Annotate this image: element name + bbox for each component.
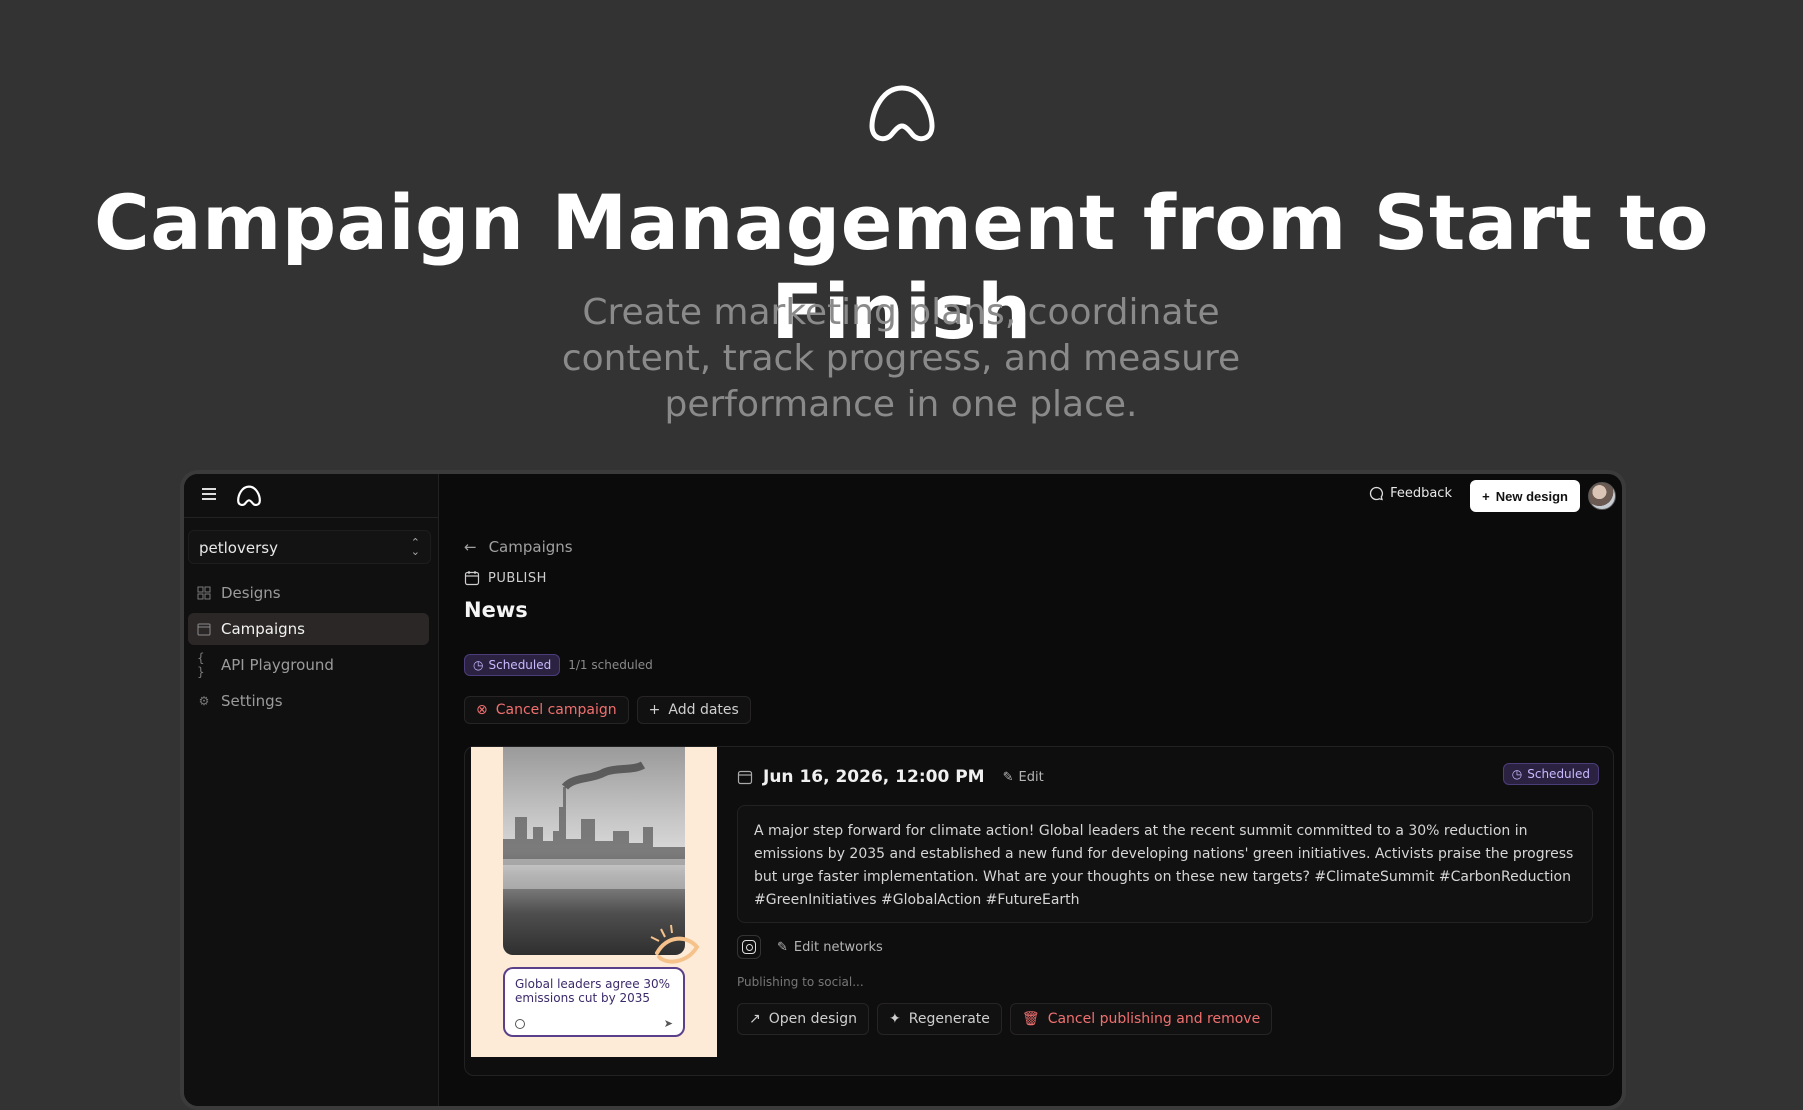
open-design-button[interactable]: ↗ Open design	[737, 1003, 870, 1035]
org-name: petloversy	[199, 539, 278, 557]
post-date: Jun 16, 2026, 12:00 PM ✎ Edit	[737, 767, 1044, 787]
open-design-label: Open design	[768, 1011, 858, 1027]
send-icon: ➤	[663, 1017, 673, 1030]
cancel-publishing-button[interactable]: 🗑 Cancel publishing and remove	[1009, 1003, 1273, 1035]
calendar-icon	[197, 622, 211, 636]
calendar-clock-icon	[737, 770, 753, 785]
pencil-icon: ✎	[1002, 769, 1014, 785]
sidebar-nav: Designs Campaigns { } API Playground ⚙ S…	[188, 577, 429, 721]
calendar-icon	[464, 571, 480, 586]
clock-icon: ◷	[473, 658, 484, 672]
campaign-actions: ⊗ Cancel campaign + Add dates	[464, 696, 751, 724]
cancel-campaign-button[interactable]: ⊗ Cancel campaign	[464, 696, 629, 724]
sparkles-icon: ✦	[889, 1011, 901, 1027]
section-label: PUBLISH	[464, 570, 547, 586]
main-content: ← Campaigns PUBLISH News ◷ Scheduled 1/1…	[439, 518, 1622, 1106]
breadcrumb-label: Campaigns	[488, 538, 573, 556]
sidebar-header	[184, 474, 438, 518]
regenerate-button[interactable]: ✦ Regenerate	[877, 1003, 1002, 1035]
sidebar-item-designs[interactable]: Designs	[188, 577, 429, 609]
new-design-button[interactable]: + New design	[1470, 480, 1580, 512]
edit-label: Edit	[1018, 769, 1044, 785]
post-status-badge: ◷ Scheduled	[1502, 763, 1599, 785]
sidebar-item-campaigns[interactable]: Campaigns	[188, 613, 429, 645]
circle-icon	[515, 1019, 525, 1029]
design-preview[interactable]: Global leaders agree 30% emissions cut b…	[471, 747, 717, 1057]
sidebar-item-label: Settings	[221, 692, 283, 710]
sidebar-item-settings[interactable]: ⚙ Settings	[188, 685, 429, 717]
sparkle-decoration-icon	[650, 924, 700, 964]
sidebar: petloversy ⌃ ⌄ Designs Campaigns { } API …	[184, 474, 439, 1106]
brand-logo-icon	[869, 85, 935, 142]
topbar: Feedback + New design	[439, 474, 1622, 518]
hero-subtitle: Create marketing plans, coordinate conte…	[561, 292, 1241, 425]
edit-date-button[interactable]: ✎ Edit	[1003, 770, 1044, 785]
post-status-label: Scheduled	[1527, 767, 1590, 781]
status-row: ◷ Scheduled 1/1 scheduled	[464, 654, 653, 676]
sidebar-item-label: Designs	[221, 584, 281, 602]
app-window: petloversy ⌃ ⌄ Designs Campaigns { } API …	[180, 470, 1626, 1110]
feedback-label: Feedback	[1390, 486, 1452, 501]
app-logo-icon[interactable]	[236, 484, 262, 508]
instagram-icon[interactable]	[737, 935, 761, 959]
trash-icon: 🗑	[1021, 1011, 1040, 1027]
regenerate-label: Regenerate	[908, 1011, 990, 1027]
add-dates-button[interactable]: + Add dates	[636, 696, 751, 724]
sidebar-item-label: API Playground	[221, 656, 334, 674]
sidebar-item-label: Campaigns	[221, 620, 306, 638]
preview-caption-card: Global leaders agree 30% emissions cut b…	[503, 967, 685, 1037]
clock-icon: ◷	[1511, 767, 1523, 781]
edit-networks-label: Edit networks	[793, 939, 883, 955]
pencil-icon: ✎	[777, 939, 788, 955]
preview-caption: Global leaders agree 30% emissions cut b…	[515, 977, 671, 1005]
status-badge-label: Scheduled	[488, 658, 552, 672]
arrow-left-icon: ←	[464, 538, 477, 556]
braces-icon: { }	[197, 651, 205, 679]
page-title: News	[464, 598, 528, 622]
networks-row: ✎ Edit networks	[737, 935, 883, 959]
publishing-status: Publishing to social...	[737, 975, 864, 989]
gear-icon: ⚙	[198, 694, 210, 708]
cancel-publishing-label: Cancel publishing and remove	[1047, 1011, 1261, 1027]
add-dates-label: Add dates	[668, 702, 739, 718]
chat-bubble-icon	[1369, 486, 1384, 501]
edit-networks-button[interactable]: ✎ Edit networks	[777, 940, 883, 955]
post-actions: ↗ Open design ✦ Regenerate 🗑 Cancel publ…	[737, 1003, 1273, 1035]
post-text[interactable]: A major step forward for climate action!…	[737, 805, 1593, 923]
post-date-label: Jun 16, 2026, 12:00 PM	[763, 767, 985, 787]
external-link-icon: ↗	[749, 1011, 761, 1027]
org-select[interactable]: petloversy ⌃ ⌄	[188, 530, 431, 564]
scheduled-count: 1/1 scheduled	[568, 658, 653, 672]
cancel-campaign-label: Cancel campaign	[495, 702, 617, 718]
cancel-circle-icon: ⊗	[476, 702, 488, 718]
status-badge: ◷ Scheduled	[464, 654, 561, 676]
sidebar-item-api-playground[interactable]: { } API Playground	[188, 649, 429, 681]
plus-icon: +	[1482, 488, 1490, 504]
section-label-text: PUBLISH	[488, 570, 547, 586]
chevron-updown-icon: ⌃ ⌄	[410, 536, 420, 558]
avatar[interactable]	[1588, 482, 1616, 510]
post-card: Global leaders agree 30% emissions cut b…	[464, 746, 1614, 1076]
feedback-button[interactable]: Feedback	[1369, 486, 1452, 501]
new-design-label: New design	[1495, 488, 1568, 504]
grid-icon	[197, 586, 211, 600]
breadcrumb[interactable]: ← Campaigns	[464, 538, 573, 556]
menu-icon[interactable]	[202, 488, 216, 500]
plus-icon: +	[648, 702, 661, 718]
